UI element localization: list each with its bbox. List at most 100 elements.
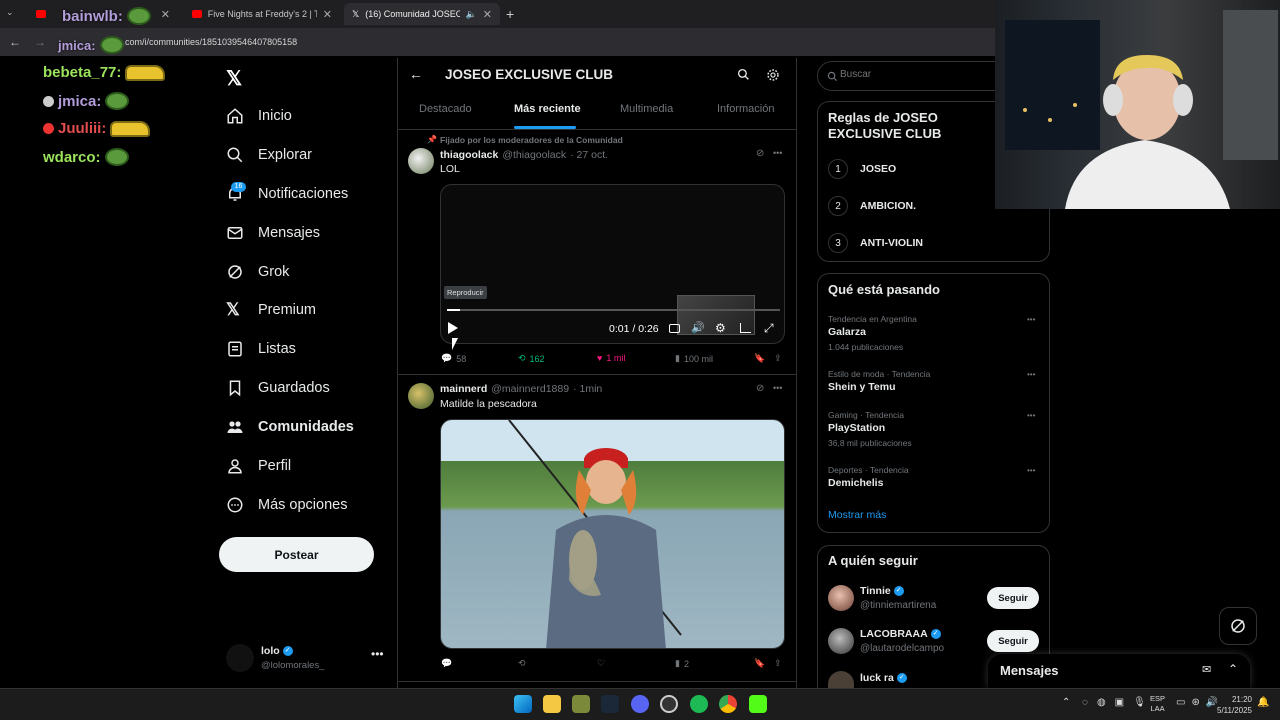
author-handle[interactable]: @thiagoolack: [502, 149, 566, 161]
post-time[interactable]: · 27 oct.: [570, 149, 608, 161]
bookmark-button[interactable]: 🔖: [754, 353, 765, 364]
nav-more[interactable]: Más opciones: [226, 496, 347, 514]
avatar[interactable]: [408, 383, 434, 409]
search-input[interactable]: [840, 69, 990, 80]
obs-icon[interactable]: [660, 695, 678, 713]
trend-name[interactable]: PlayStation: [828, 422, 885, 434]
more-dots-icon[interactable]: •••: [1027, 370, 1035, 379]
follow-handle[interactable]: @lautarodelcampo: [860, 643, 944, 654]
author-name[interactable]: thiagoolack: [440, 149, 498, 161]
chrome-icon[interactable]: [719, 695, 737, 713]
post-time[interactable]: · 1min: [573, 383, 602, 395]
captions-icon[interactable]: [669, 324, 680, 333]
x-logo-icon[interactable]: 𝕏: [226, 66, 242, 91]
rule-item[interactable]: 1 JOSEO: [828, 159, 896, 179]
tab-list-button[interactable]: ⌄: [6, 7, 20, 21]
tab-mas-reciente[interactable]: Más reciente: [514, 103, 581, 115]
speaker-icon[interactable]: 🔈: [466, 9, 477, 20]
account-switcher[interactable]: lolo ✓ @lolomorales_ •••: [226, 643, 386, 675]
avatar[interactable]: [828, 628, 854, 654]
nav-profile[interactable]: Perfil: [226, 457, 291, 475]
grok-floating-button[interactable]: [1219, 607, 1257, 645]
post-button[interactable]: Postear: [219, 537, 374, 572]
follow-button[interactable]: Seguir: [987, 630, 1039, 652]
more-dots-icon[interactable]: •••: [1027, 411, 1035, 420]
tab-destacado[interactable]: Destacado: [419, 103, 472, 115]
tab-informacion[interactable]: Información: [717, 103, 774, 115]
trend-name[interactable]: Demichelis: [828, 477, 883, 489]
repost-button[interactable]: ⟲ 162: [518, 353, 545, 364]
nav-bookmarks[interactable]: Guardados: [226, 379, 330, 397]
views-button[interactable]: ▮ 2: [675, 658, 689, 669]
back-arrow-icon[interactable]: ←: [409, 66, 423, 82]
language-indicator[interactable]: ESP LAA: [1150, 694, 1165, 714]
nav-lists[interactable]: Listas: [226, 340, 296, 358]
forward-arrow-icon[interactable]: →: [34, 35, 46, 49]
nav-communities[interactable]: Comunidades: [226, 418, 354, 436]
views-button[interactable]: ▮ 100 mil: [675, 353, 713, 364]
close-icon[interactable]: ✕: [483, 8, 492, 21]
bookmark-button[interactable]: 🔖: [754, 658, 765, 669]
back-arrow-icon[interactable]: ←: [9, 35, 21, 49]
windows-start-icon[interactable]: [514, 695, 532, 713]
search-icon[interactable]: [737, 68, 750, 81]
tray-chevron-icon[interactable]: ⌃: [1062, 697, 1070, 708]
browser-tab-community[interactable]: 𝕏 (16) Comunidad JOSEO EXC 🔈 ✕: [344, 3, 500, 25]
nav-premium[interactable]: 𝕏 Premium: [226, 301, 316, 319]
trend-name[interactable]: Galarza: [828, 326, 866, 338]
follow-handle[interactable]: @tinniemartirena: [860, 600, 936, 611]
new-message-icon[interactable]: ✉: [1202, 663, 1211, 676]
fullscreen-icon[interactable]: ⤢: [764, 321, 774, 336]
rule-item[interactable]: 3 ANTI-VIOLIN: [828, 233, 923, 253]
follow-name[interactable]: Tinnie: [860, 585, 891, 597]
settings-icon[interactable]: ⚙: [715, 321, 726, 335]
more-dots-icon[interactable]: •••: [1027, 466, 1035, 475]
volume-icon[interactable]: 🔊: [691, 321, 705, 334]
author-name[interactable]: mainnerd: [440, 383, 487, 395]
video-progress-track[interactable]: [447, 309, 780, 311]
close-icon[interactable]: ✕: [161, 8, 170, 21]
tab-multimedia[interactable]: Multimedia: [620, 103, 673, 115]
share-button[interactable]: ⇪: [774, 658, 782, 669]
steam-icon[interactable]: [601, 695, 619, 713]
nav-grok[interactable]: Grok: [226, 263, 289, 281]
pip-icon[interactable]: [740, 323, 751, 333]
share-button[interactable]: ⇪: [774, 353, 782, 364]
rule-item[interactable]: 2 AMBICION.: [828, 196, 916, 216]
spotify-icon[interactable]: [690, 695, 708, 713]
more-dots-icon[interactable]: •••: [773, 383, 782, 393]
author-handle[interactable]: @mainnerd1889: [491, 383, 569, 395]
more-dots-icon[interactable]: •••: [1027, 315, 1035, 324]
discord-icon[interactable]: [631, 695, 649, 713]
like-button[interactable]: ♥ 1 mil: [597, 353, 625, 363]
follow-name[interactable]: LACOBRAAA: [860, 628, 928, 640]
app-icon[interactable]: [572, 695, 590, 713]
avatar[interactable]: [408, 148, 434, 174]
folder-icon[interactable]: [543, 695, 561, 713]
avatar[interactable]: [828, 585, 854, 611]
kick-icon[interactable]: [749, 695, 767, 713]
messages-drawer[interactable]: Mensajes ✉ ⌃: [988, 654, 1250, 688]
grok-icon[interactable]: ⊘: [756, 383, 764, 394]
grok-icon[interactable]: ⊘: [756, 148, 764, 159]
more-dots-icon[interactable]: •••: [371, 647, 384, 661]
trend-name[interactable]: Shein y Temu: [828, 381, 896, 393]
url-text[interactable]: x.com/i/communities/1851039546407805158: [118, 37, 297, 47]
new-tab-button[interactable]: +: [506, 6, 514, 22]
post-image[interactable]: [440, 419, 785, 649]
follow-button[interactable]: Seguir: [987, 587, 1039, 609]
search-box[interactable]: [817, 61, 1017, 91]
chevron-up-icon[interactable]: ⌃: [1228, 662, 1238, 676]
nav-messages[interactable]: Mensajes: [226, 224, 320, 242]
nav-home[interactable]: Inicio: [226, 107, 292, 125]
like-button[interactable]: ♡: [597, 658, 605, 669]
repost-button[interactable]: ⟲: [518, 658, 526, 669]
play-icon[interactable]: [448, 322, 458, 334]
video-player[interactable]: [440, 184, 785, 344]
nav-explore[interactable]: Explorar: [226, 146, 312, 164]
close-icon[interactable]: ✕: [323, 8, 332, 21]
browser-tab-fnaf[interactable]: Five Nights at Freddy's 2 | Tráile ✕: [184, 3, 340, 25]
show-more-link[interactable]: Mostrar más: [828, 509, 886, 521]
gear-icon[interactable]: [766, 68, 780, 82]
clock[interactable]: 21:20 5/11/2025: [1210, 694, 1252, 716]
